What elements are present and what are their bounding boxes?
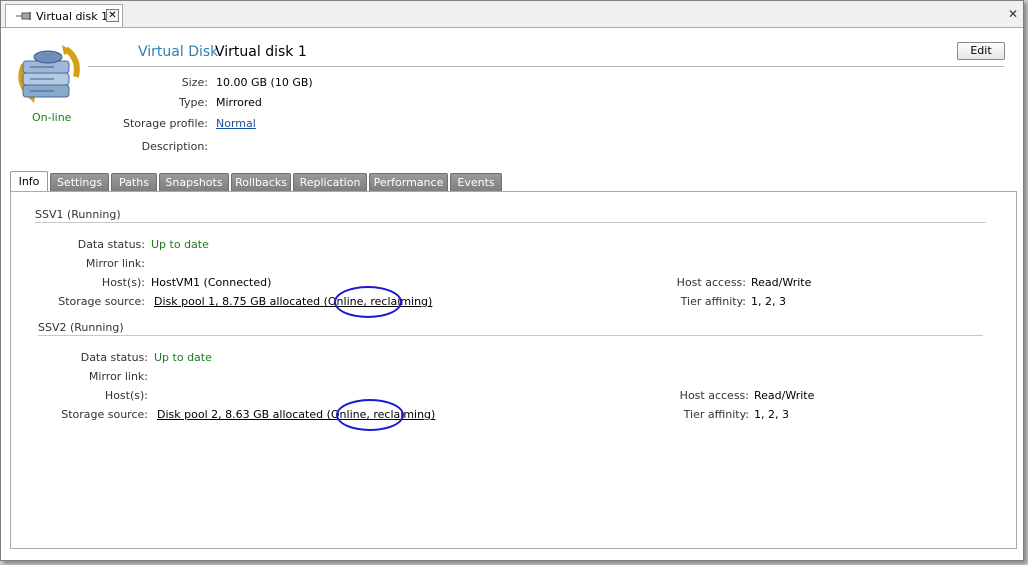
tab-performance[interactable]: Performance [369, 173, 448, 191]
tab-replication[interactable]: Replication [293, 173, 367, 191]
document-tab[interactable]: Virtual disk 1 ✕ [5, 4, 123, 27]
annotation-circle [336, 399, 404, 431]
tab-snapshots[interactable]: Snapshots [159, 173, 229, 191]
tier-affinity-value: 1, 2, 3 [754, 408, 789, 421]
virtual-disk-icon [18, 45, 80, 103]
tier-affinity-label: Tier affinity: [680, 295, 746, 308]
description-label: Description: [141, 140, 208, 153]
section-divider [38, 335, 983, 336]
header-divider [88, 66, 1004, 67]
annotation-circle [334, 286, 402, 318]
hosts-label: Host(s): [101, 276, 145, 289]
host-access-label: Host access: [679, 389, 749, 402]
window-close-icon[interactable]: ✕ [1008, 7, 1018, 21]
data-status-label: Data status: [77, 238, 145, 251]
host-access-value: Read/Write [754, 389, 815, 402]
tab-rollbacks[interactable]: Rollbacks [231, 173, 291, 191]
tab-paths[interactable]: Paths [111, 173, 157, 191]
storage-profile-label: Storage profile: [123, 117, 208, 130]
type-value: Mirrored [216, 96, 262, 109]
data-status-value: Up to date [154, 351, 212, 364]
host-access-value: Read/Write [751, 276, 812, 289]
info-panel: SSV1 (Running) Data status: Up to date M… [10, 191, 1017, 549]
document-tab-title: Virtual disk 1 [36, 10, 109, 23]
type-label: Type: [179, 96, 208, 109]
mirror-link-label: Mirror link: [85, 257, 145, 270]
storage-source-text: Disk pool 1, 8.75 GB allocated (Online [154, 295, 364, 308]
page-title: Virtual disk 1 [215, 44, 307, 60]
mirror-link-label: Mirror link: [88, 370, 148, 383]
host-access-label: Host access: [676, 276, 746, 289]
size-value: 10.00 GB (10 GB) [216, 76, 313, 89]
object-kind: Virtual Disk [138, 44, 219, 60]
edit-button[interactable]: Edit [957, 42, 1005, 60]
storage-source-label: Storage source: [61, 408, 148, 421]
status-label: On-line [32, 111, 72, 124]
tier-affinity-value: 1, 2, 3 [751, 295, 786, 308]
storage-source-text: Disk pool 2, 8.63 GB allocated (Online [157, 408, 367, 421]
pin-icon [16, 12, 31, 20]
tab-events[interactable]: Events [450, 173, 502, 191]
document-tab-strip: Virtual disk 1 ✕ ✕ [1, 1, 1023, 28]
server-section-title: SSV2 (Running) [38, 321, 124, 334]
data-status-value: Up to date [151, 238, 209, 251]
storage-profile-link[interactable]: Normal [216, 117, 256, 130]
tab-settings[interactable]: Settings [50, 173, 109, 191]
size-label: Size: [181, 76, 208, 89]
virtual-disk-window: Virtual disk 1 ✕ ✕ On-line Virtual Disk … [0, 0, 1024, 561]
tab-info[interactable]: Info [10, 171, 48, 192]
section-divider [35, 222, 986, 223]
data-status-label: Data status: [80, 351, 148, 364]
tier-affinity-label: Tier affinity: [683, 408, 749, 421]
server-section-title: SSV1 (Running) [35, 208, 121, 221]
document-tab-close-button[interactable]: ✕ [106, 9, 119, 22]
hosts-value: HostVM1 (Connected) [151, 276, 272, 289]
storage-source-label: Storage source: [58, 295, 145, 308]
hosts-label: Host(s): [104, 389, 148, 402]
